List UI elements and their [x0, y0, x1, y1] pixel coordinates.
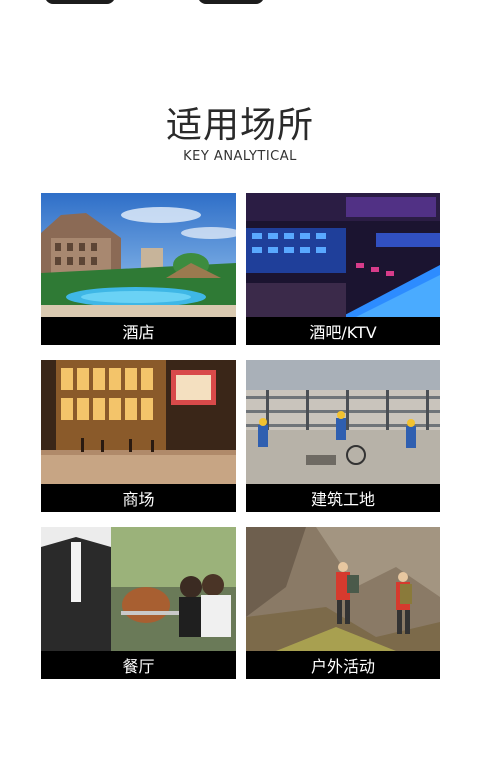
- place-card-restaurant: 餐厅: [41, 527, 236, 679]
- place-card-construction: 建筑工地: [246, 360, 440, 512]
- place-card-outdoor: 户外活动: [246, 527, 440, 679]
- shopping-mall-photo: [41, 360, 236, 484]
- place-label-mall: 商场: [41, 484, 236, 512]
- place-label-construction: 建筑工地: [246, 484, 440, 512]
- place-label-outdoor: 户外活动: [246, 651, 440, 679]
- page-subtitle: KEY ANALYTICAL: [183, 149, 297, 164]
- place-label-hotel: 酒店: [41, 317, 236, 345]
- place-card-bar-ktv: 酒吧/KTV: [246, 193, 440, 345]
- construction-site-photo: [246, 360, 440, 484]
- restaurant-photo: [41, 527, 236, 651]
- device-edge-left: [45, 0, 115, 4]
- place-card-mall: 商场: [41, 360, 236, 512]
- hotel-pool-photo: [41, 193, 236, 317]
- device-edge-right: [198, 0, 264, 4]
- places-grid: 酒店 酒吧/KTV 商场 建筑工地 餐厅 户外活动: [41, 193, 440, 679]
- bar-ktv-photo: [246, 193, 440, 317]
- place-card-hotel: 酒店: [41, 193, 236, 345]
- outdoor-hiking-photo: [246, 527, 440, 651]
- place-label-bar-ktv: 酒吧/KTV: [246, 317, 440, 345]
- page-title: 适用场所: [165, 105, 314, 146]
- place-label-restaurant: 餐厅: [41, 651, 236, 679]
